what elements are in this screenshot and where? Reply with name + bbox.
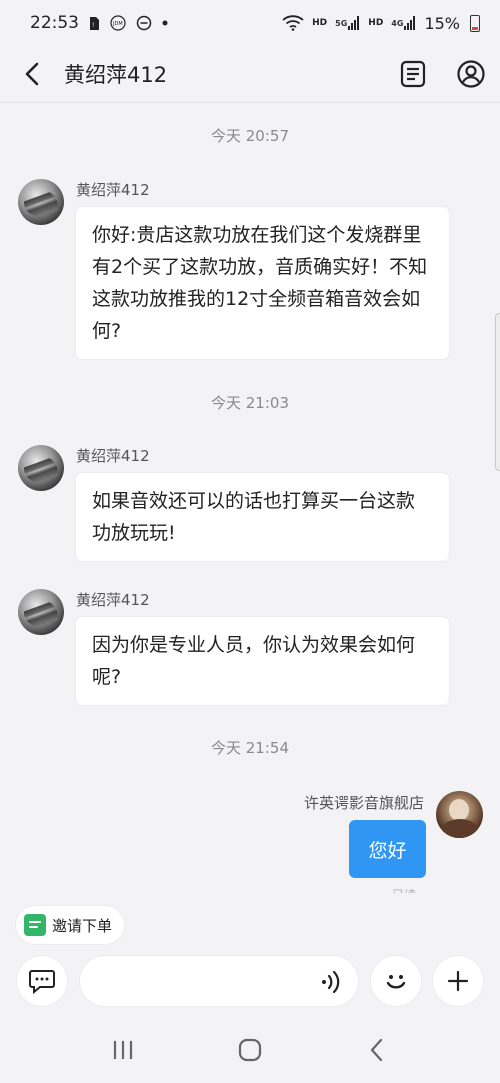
avatar[interactable] [18,589,64,635]
voice-wave-icon [322,970,340,994]
reply-bubble[interactable]: 您好 [349,820,426,878]
chat-area[interactable]: 今天 20:57 黄绍萍412 你好:贵店这款功放在我们这个发烧群里有2个买了这… [0,103,500,893]
quick-reply-button[interactable] [17,956,67,1006]
chat-bubble-icon [29,970,55,994]
dnd-icon [136,15,152,31]
plus-icon [447,970,469,992]
timestamp: 今天 20:57 [211,127,289,145]
document-list-icon [400,60,426,88]
order-list-button[interactable] [398,59,428,89]
sim-icon: ! [89,16,100,31]
recent-apps-icon [114,1040,133,1059]
more-button[interactable] [433,956,483,1006]
message-bubble[interactable]: 因为你是专业人员，你认为效果会如何呢? [76,617,449,705]
chat-header: 黄绍萍412 [0,46,500,102]
wifi-icon [282,15,304,31]
system-back-button[interactable] [357,1030,397,1070]
user-icon [457,60,485,88]
sender-name: 黄绍萍412 [76,591,150,609]
timestamp: 今天 21:54 [211,739,289,757]
signal-5g-icon: 5G [335,16,360,30]
sender-name: 黄绍萍412 [76,447,150,465]
battery-icon [470,14,480,32]
notification-dot-icon [162,20,168,26]
avatar[interactable] [18,179,64,225]
chevron-left-icon [25,62,39,86]
message-bubble[interactable]: 如果音效还可以的话也打算买一台这款功放玩玩! [76,473,449,561]
input-bar [0,952,500,1012]
emoji-button[interactable] [371,956,421,1006]
back-button[interactable] [0,46,64,102]
invite-order-label: 邀请下单 [52,916,113,935]
voice-input-button[interactable] [318,969,344,995]
back-chevron-icon [370,1038,382,1061]
battery-percent: 15% [424,13,460,33]
status-time: 22:53 [30,13,79,33]
jdm-icon: JDM [110,15,126,31]
system-nav-bar [0,1016,500,1083]
avatar[interactable] [18,445,64,491]
recent-apps-button[interactable] [103,1030,143,1070]
page-title: 黄绍萍412 [64,63,168,87]
invite-order-button[interactable]: 邀请下单 [16,906,125,944]
profile-button[interactable] [456,59,486,89]
scrollbar[interactable] [495,313,500,471]
timestamp: 今天 21:03 [211,394,289,412]
signal-4g-icon: 4G [391,16,416,30]
home-icon [238,1038,262,1061]
sender-name: 黄绍萍412 [76,181,150,199]
status-bar: 22:53 ! JDM HD 5G HD 4G 15% [0,0,500,46]
home-button[interactable] [230,1030,270,1070]
invite-order-icon [24,914,46,936]
hd-indicator: HD [312,18,328,28]
hd-indicator-2: HD [368,18,384,28]
message-bubble[interactable]: 你好:贵店这款功放在我们这个发烧群里有2个买了这款功放，音质确实好！不知这款功放… [76,207,449,359]
sender-name: 许英谔影音旗舰店 [303,794,424,812]
svg-text:!: ! [92,22,94,29]
emoji-icon [386,975,406,989]
read-receipt: 已读 [392,886,416,893]
svg-text:JDM: JDM [112,21,123,27]
shop-avatar[interactable] [436,791,483,838]
message-input[interactable] [80,956,358,1006]
